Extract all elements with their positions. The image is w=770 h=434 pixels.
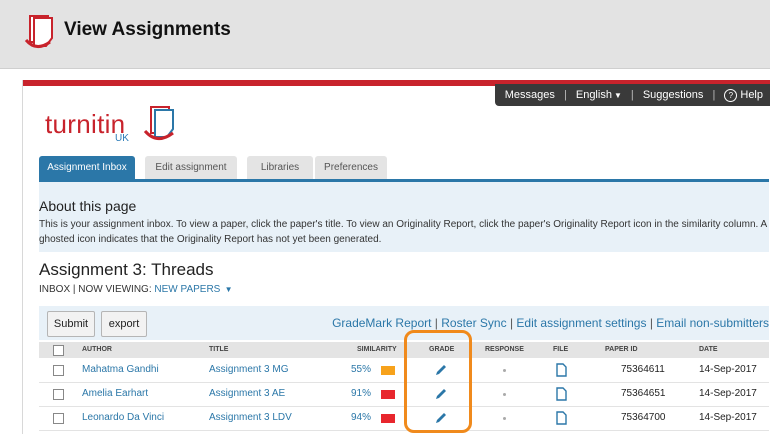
submission-date: 14-Sep-2017 [699,412,757,423]
filter-label: NEW PAPERS [154,284,221,295]
inbox-label: INBOX [39,284,71,295]
submission-date: 14-Sep-2017 [699,388,757,399]
row-checkbox[interactable] [53,413,64,424]
caret-down-icon: ▼ [222,285,233,294]
similarity-score[interactable]: 94% [351,406,371,430]
nav-separator: | [630,89,634,101]
response-dot-icon [503,369,506,372]
file-icon[interactable] [555,363,567,377]
header-paper-id[interactable]: PAPER ID [605,342,638,358]
logo-region: UK [115,133,129,144]
viewing-breadcrumb: INBOX | NOW VIEWING: NEW PAPERS ▼ [39,284,232,295]
help-label: Help [740,89,763,101]
tab-assignment-inbox[interactable]: Assignment Inbox [39,156,135,180]
author-link[interactable]: Leonardo Da Vinci [82,406,164,430]
turnitin-logo: turnitin UK [45,105,195,145]
logo-text: turnitin [45,109,126,139]
outer-header: View Assignments [0,0,770,69]
export-button[interactable]: export [101,311,147,337]
originality-report-icon[interactable] [381,366,395,375]
paper-title-link[interactable]: Assignment 3 AE [209,382,285,406]
header-file[interactable]: FILE [553,342,568,358]
row-checkbox[interactable] [53,389,64,400]
link-separator: | [646,316,657,330]
author-link[interactable]: Mahatma Gandhi [82,358,159,382]
originality-report-icon[interactable] [381,390,395,399]
row-checkbox[interactable] [53,365,64,376]
top-nav: Messages | English ▼ | Suggestions | ? He… [494,84,770,107]
grade-column-highlight [404,330,472,433]
roster-sync-link[interactable]: Roster Sync [441,316,506,330]
similarity-score[interactable]: 55% [351,358,371,382]
link-separator: | [506,316,517,330]
help-link[interactable]: ? Help [724,84,763,106]
header-author[interactable]: AUTHOR [82,342,112,358]
similarity-score[interactable]: 91% [351,382,371,406]
paper-id: 75364651 [621,388,666,399]
author-link[interactable]: Amelia Earhart [82,382,148,406]
grademark-report-link[interactable]: GradeMark Report [332,316,431,330]
response-dot-icon [503,417,506,420]
nav-separator: | [712,89,716,101]
assignment-title: Assignment 3: Threads [39,260,214,279]
email-non-submitters-link[interactable]: Email non-submitters [656,316,769,330]
response-dot-icon [503,393,506,396]
header-title[interactable]: TITLE [209,342,228,358]
link-separator: | [431,316,442,330]
turnitin-logo-icon [24,15,53,48]
header-response[interactable]: RESPONSE [485,342,524,358]
toolbar-links: GradeMark Report | Roster Sync | Edit as… [332,316,769,330]
about-title: About this page [39,198,137,214]
about-panel: About this page This is your assignment … [39,182,769,252]
help-icon: ? [724,89,738,102]
header-similarity[interactable]: SIMILARITY [357,342,397,358]
paper-logo-icon [143,106,174,140]
paper-title-link[interactable]: Assignment 3 LDV [209,406,292,430]
paper-title-link[interactable]: Assignment 3 MG [209,358,288,382]
language-label: English [575,89,612,101]
select-all-checkbox[interactable] [53,345,64,356]
tab-edit-assignment[interactable]: Edit assignment [145,156,237,180]
filter-dropdown[interactable]: NEW PAPERS ▼ [154,284,232,295]
paper-id: 75364611 [621,364,665,375]
originality-report-icon[interactable] [381,414,395,423]
edit-assignment-settings-link[interactable]: Edit assignment settings [516,316,646,330]
turnitin-frame: Messages | English ▼ | Suggestions | ? He… [22,80,770,434]
file-icon[interactable] [555,387,567,401]
paper-id: 75364700 [621,412,666,423]
caret-down-icon: ▼ [613,91,622,100]
page-title: View Assignments [64,19,231,40]
submission-date: 14-Sep-2017 [699,364,757,375]
suggestions-link[interactable]: Suggestions [643,84,704,106]
language-select[interactable]: English ▼ [576,84,622,107]
tab-preferences[interactable]: Preferences [315,156,387,180]
about-text: This is your assignment inbox. To view a… [39,219,767,245]
now-viewing-label: | NOW VIEWING: [72,284,152,295]
submit-button[interactable]: Submit [47,311,95,337]
messages-link[interactable]: Messages [505,84,555,106]
tab-libraries[interactable]: Libraries [247,156,313,180]
file-icon[interactable] [555,411,567,425]
nav-separator: | [563,89,567,101]
header-date[interactable]: DATE [699,342,718,358]
